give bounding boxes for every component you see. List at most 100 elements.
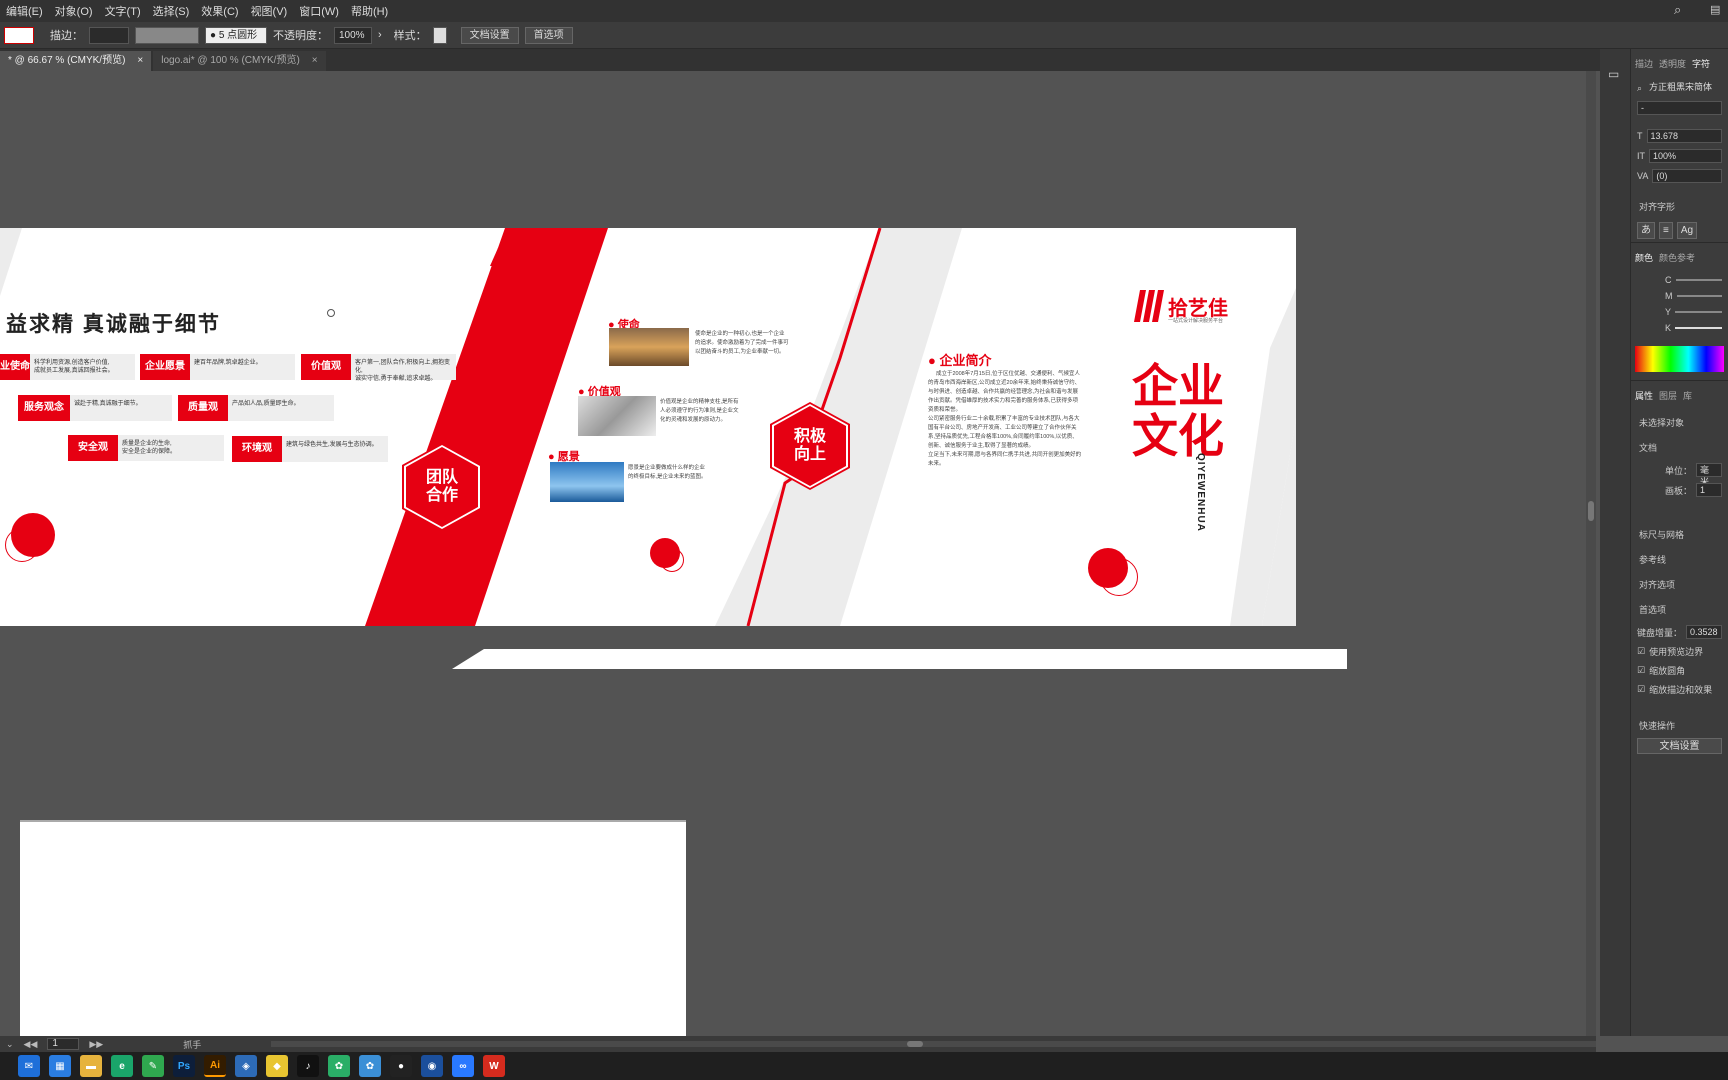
artboard-input[interactable]: 1 — [1696, 483, 1722, 497]
tracking-input[interactable]: (0) — [1652, 169, 1722, 183]
green-app-icon[interactable]: ✎ — [142, 1055, 164, 1077]
browser-icon[interactable]: ◉ — [421, 1055, 443, 1077]
scroll-thumb[interactable] — [907, 1041, 924, 1047]
tab-doc-main[interactable]: * @ 66.67 % (CMYK/预览) × — [0, 51, 152, 71]
menu-item-3[interactable]: 选择(S) — [147, 3, 196, 19]
taskbar: ✉ ▦ ▬ e ✎ Ps Ai ◈ ◆ ♪ ✿ ✿ ● ◉ ∞ W — [0, 1052, 1728, 1080]
zoom-select[interactable]: ⌄ — [6, 1039, 14, 1050]
style-swatch[interactable] — [432, 26, 447, 44]
last-artboard-icon[interactable]: ▶▶ — [89, 1039, 103, 1050]
prefs-button[interactable]: 首选项 — [524, 26, 573, 44]
align-glyph-label: 对齐字形 — [1639, 202, 1676, 212]
fill-swatch[interactable] — [4, 26, 34, 44]
photoshop-icon[interactable]: Ps — [173, 1055, 195, 1077]
wps-icon[interactable]: W — [483, 1055, 505, 1077]
control-bar: 描边： ● 5 点圆形 不透明度： 100% › 样式： 文档设置 首选项 — [0, 22, 1728, 49]
slider[interactable] — [1675, 327, 1722, 329]
menu-item-6[interactable]: 窗口(W) — [293, 3, 345, 19]
rulers-label[interactable]: 标尺与网格 — [1631, 522, 1728, 547]
align-glyph-button[interactable]: ≡ — [1659, 222, 1673, 239]
tab-logo[interactable]: logo.ai* @ 100 % (CMYK/预览) × — [153, 51, 326, 71]
unit-select[interactable]: 毫米 — [1696, 463, 1722, 487]
record-icon[interactable]: ● — [390, 1055, 412, 1077]
menu-item-5[interactable]: 视图(V) — [245, 3, 294, 19]
menu-item-7[interactable]: 帮助(H) — [345, 3, 394, 19]
align-glyph-button[interactable]: Ag — [1676, 222, 1698, 239]
menu-item-4[interactable]: 效果(C) — [195, 3, 244, 19]
tab-character[interactable]: 字符 — [1692, 57, 1710, 70]
align-options-label[interactable]: 对齐选项 — [1631, 572, 1728, 597]
tiktok-icon[interactable]: ♪ — [297, 1055, 319, 1077]
edge-browser-icon[interactable]: e — [111, 1055, 133, 1077]
value-label-vision: 企业愿景 — [140, 354, 190, 380]
intro-text: 成立于2008年7月15日,位于区位优越、交通便利、气候宜人的青岛市西海岸新区,… — [928, 371, 1082, 467]
canvas-area[interactable]: 益求精 真诚融于细节 业使命 科学利用资源,创造客户价值, 成就员工发展,真诚回… — [0, 71, 1596, 1036]
tab-color-guide[interactable]: 颜色参考 — [1659, 251, 1695, 264]
checkbox-preview-bounds[interactable]: ☑ 使用预览边界 — [1631, 642, 1728, 661]
tab-color[interactable]: 颜色 — [1635, 251, 1653, 264]
first-artboard-icon[interactable]: ◀◀ — [24, 1039, 38, 1050]
close-icon[interactable]: × — [137, 51, 143, 71]
variable-width-profile[interactable] — [135, 26, 199, 44]
doc-setup-panel-button[interactable]: 文档设置 — [1637, 738, 1722, 754]
tab-properties[interactable]: 属性 — [1635, 389, 1653, 402]
tab-layers[interactable]: 图层 — [1659, 389, 1677, 402]
blue-app-icon[interactable]: ◈ — [235, 1055, 257, 1077]
checkbox-scale-corners[interactable]: ☑ 缩放圆角 — [1631, 661, 1728, 680]
checkbox-icon[interactable]: ☑ — [1637, 684, 1645, 695]
artboard-culture-wall[interactable]: 益求精 真诚融于细节 业使命 科学利用资源,创造客户价值, 成就员工发展,真诚回… — [0, 228, 1296, 626]
slogan: 益求精 真诚融于细节 — [6, 313, 221, 336]
wechat-work-icon[interactable]: ✿ — [359, 1055, 381, 1077]
slider[interactable] — [1675, 279, 1722, 281]
vertical-scrollbar[interactable] — [1586, 71, 1596, 1036]
tab-transparency[interactable]: 透明度 — [1659, 57, 1686, 70]
wechat-icon[interactable]: ✿ — [328, 1055, 350, 1077]
decor-ring — [660, 548, 684, 572]
font-family-input[interactable]: 方正粗黑宋简体 — [1646, 81, 1722, 95]
scale-input[interactable]: 100% — [1649, 149, 1722, 163]
artboard-label: 画板： — [1665, 485, 1693, 496]
file-explorer-icon[interactable]: ▬ — [80, 1055, 102, 1077]
stroke-weight-input[interactable] — [89, 26, 129, 44]
workspace-icon[interactable]: ▤ — [1710, 3, 1720, 16]
mail-app-icon[interactable]: ✉ — [18, 1055, 40, 1077]
key-inc-input[interactable]: 0.3528 — [1686, 625, 1722, 639]
cmyk-label: K — [1665, 323, 1672, 333]
tab-stroke[interactable]: 描边 — [1635, 57, 1653, 70]
checkbox-scale-strokes[interactable]: ☑ 缩放描边和效果 — [1631, 680, 1728, 699]
value-label-safety: 安全观 — [68, 435, 118, 461]
scroll-thumb[interactable] — [1588, 501, 1594, 521]
vision-photo — [550, 462, 624, 502]
slider[interactable] — [1675, 311, 1722, 313]
illustrator-icon[interactable]: Ai — [204, 1055, 226, 1077]
color-spectrum[interactable] — [1635, 346, 1724, 372]
align-glyph-button[interactable]: あ — [1637, 222, 1655, 239]
font-size-icon: T — [1637, 131, 1643, 141]
menu-item-1[interactable]: 对象(O) — [49, 3, 99, 19]
search-icon[interactable]: ⌕ — [1674, 2, 1681, 18]
checkbox-icon[interactable]: ☑ — [1637, 646, 1645, 657]
comments-icon[interactable]: ▭ — [1608, 67, 1619, 81]
brand-sub: 一站式设计解决服务平台 — [1168, 318, 1224, 324]
slider[interactable] — [1676, 295, 1722, 297]
store-app-icon[interactable]: ▦ — [49, 1055, 71, 1077]
menu-item-2[interactable]: 文字(T) — [99, 3, 147, 19]
checkbox-icon[interactable]: ☑ — [1637, 665, 1645, 676]
tool-status: 抓手 — [183, 1039, 202, 1050]
guides-label[interactable]: 参考线 — [1631, 547, 1728, 572]
tab-library[interactable]: 库 — [1683, 389, 1692, 402]
artboard-2[interactable] — [20, 820, 686, 1036]
yellow-app-icon[interactable]: ◆ — [266, 1055, 288, 1077]
close-icon[interactable]: × — [312, 51, 318, 71]
menu-item-0[interactable]: 编辑(E) — [0, 3, 49, 19]
font-style-input[interactable]: - — [1637, 101, 1722, 115]
doc-setup-button[interactable]: 文档设置 — [460, 26, 519, 44]
artboard-nav-input[interactable]: 1 — [47, 1038, 80, 1050]
baidu-netdisk-icon[interactable]: ∞ — [452, 1055, 474, 1077]
chevron-right-icon[interactable]: › — [378, 29, 382, 41]
font-size-input[interactable]: 13.678 — [1646, 129, 1722, 143]
opacity-input[interactable]: 100% — [334, 26, 372, 44]
horizontal-scrollbar[interactable] — [271, 1041, 1596, 1047]
cmyk-label: C — [1665, 275, 1672, 285]
brush-select[interactable]: ● 5 点圆形 — [205, 26, 267, 44]
